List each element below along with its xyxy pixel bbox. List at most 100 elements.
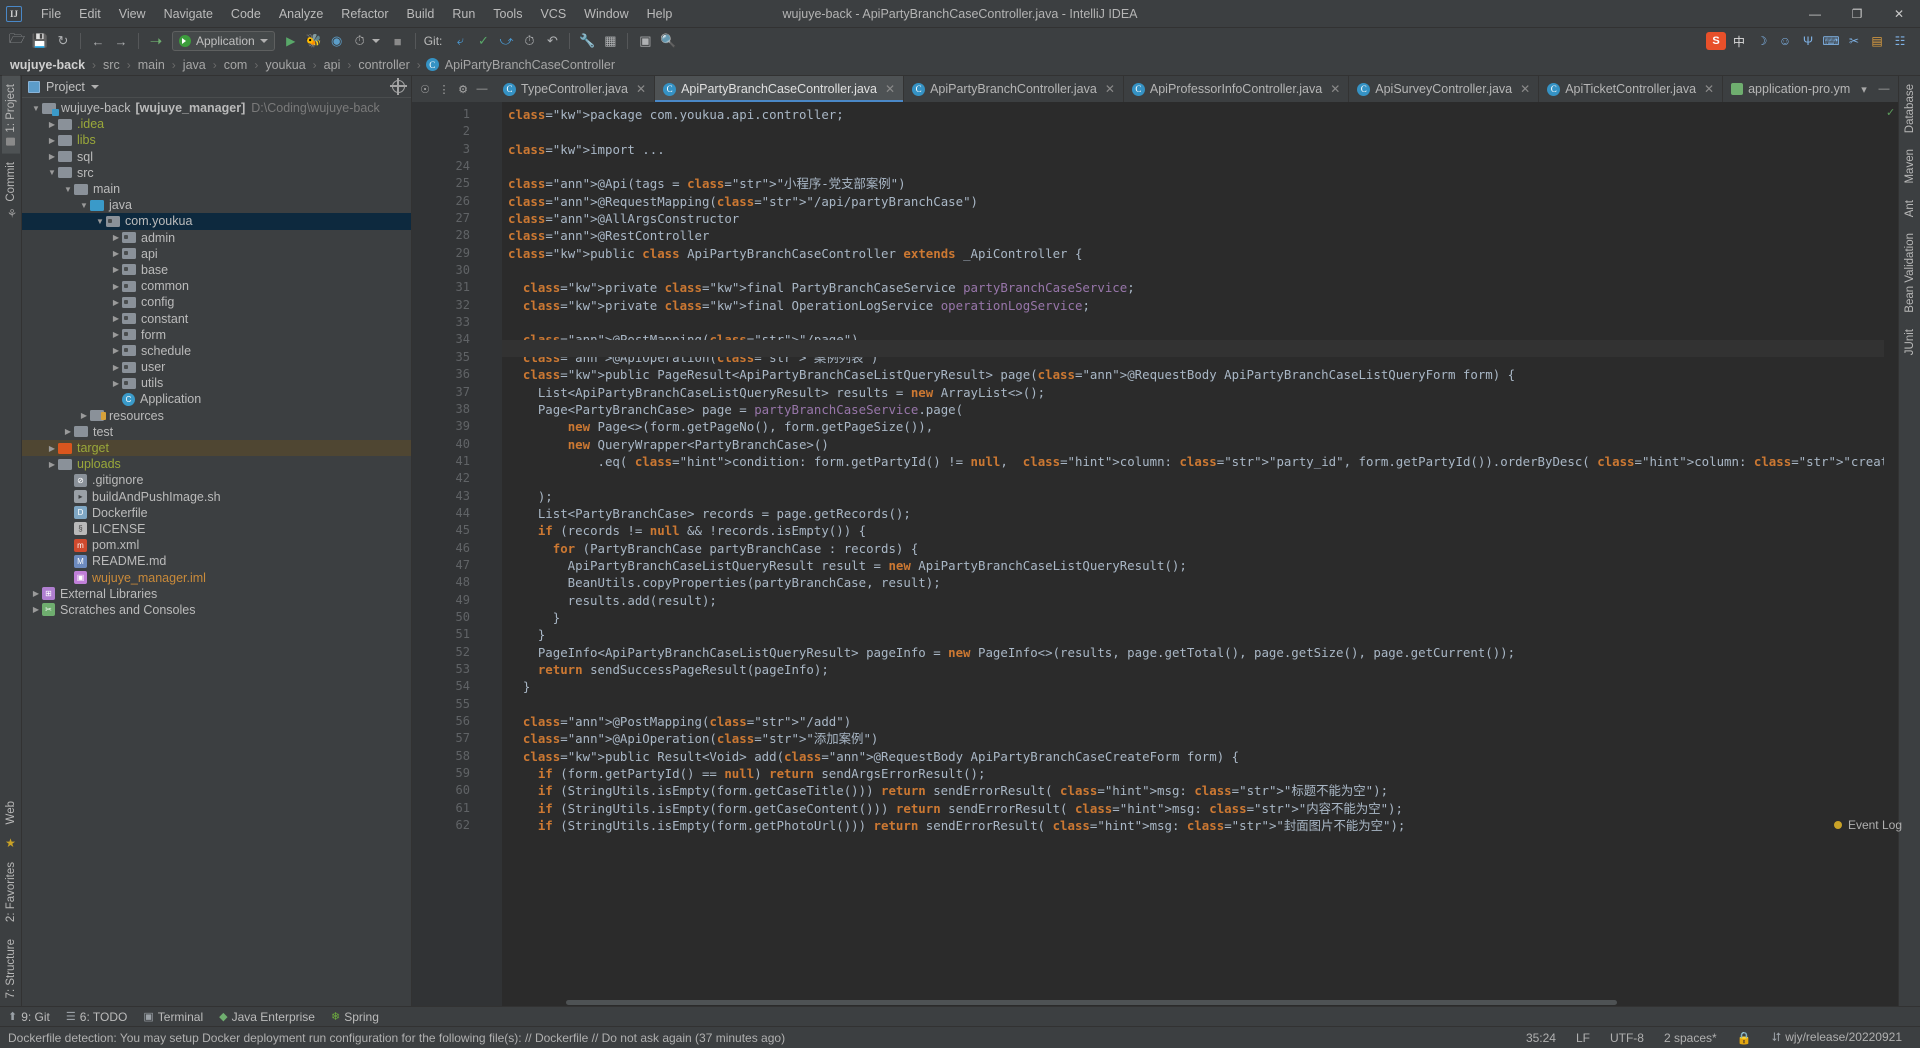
moon-icon[interactable]: ☽ — [1752, 32, 1772, 50]
rollback-icon[interactable]: ↶ — [541, 30, 563, 52]
chevron-down-icon[interactable]: ▼ — [62, 185, 74, 194]
menu-window[interactable]: Window — [575, 3, 637, 25]
close-tab-icon[interactable]: ✕ — [1520, 82, 1530, 96]
scissors-icon[interactable]: ✂ — [1844, 32, 1864, 50]
gutter-line-61[interactable]: 61 — [412, 800, 476, 817]
menu-tools[interactable]: Tools — [484, 3, 531, 25]
editor-tab-apipartybranchcontroller-java[interactable]: C ApiPartyBranchController.java ✕ — [904, 76, 1124, 102]
editor-tab-typecontroller-java[interactable]: C TypeController.java ✕ — [495, 76, 656, 102]
bottom-tab-spring[interactable]: ❄ Spring — [331, 1010, 379, 1024]
rail-item-project[interactable]: 1: Project — [1, 76, 20, 154]
chinese-mode-icon[interactable]: 中 — [1729, 32, 1749, 50]
gutter-line-49[interactable]: 49 — [412, 592, 476, 609]
editor-tab-apiticketcontroller-java[interactable]: C ApiTicketController.java ✕ — [1539, 76, 1724, 102]
tree-node-scratches-and-consoles[interactable]: ▶ ✂ Scratches and Consoles — [22, 602, 411, 618]
chevron-right-icon[interactable]: ▶ — [46, 460, 58, 469]
update-project-icon[interactable]: ⤶ — [449, 30, 471, 52]
gutter-line-51[interactable]: 51 — [412, 626, 476, 643]
tree-node-license[interactable]: § LICENSE — [22, 521, 411, 537]
hide-tabs-icon[interactable]: — — [1876, 81, 1892, 97]
menu-bar[interactable]: File Edit View Navigate Code Analyze Ref… — [32, 3, 681, 25]
menu-edit[interactable]: Edit — [70, 3, 110, 25]
gutter-line-37[interactable]: 37 — [412, 384, 476, 401]
gutter-line-40[interactable]: 40 — [412, 436, 476, 453]
chevron-right-icon[interactable]: ▶ — [110, 249, 122, 258]
gutter-line-1[interactable]: 1 — [412, 106, 476, 123]
run-with-coverage-icon[interactable]: ◉ — [326, 30, 348, 52]
push-icon[interactable]: ⤻ — [495, 30, 517, 52]
tree-node-java[interactable]: ▼ java — [22, 197, 411, 213]
project-tree[interactable]: ▼ wujuye-back [wujuye_manager] D:\Coding\wu… — [22, 98, 411, 1006]
wrench-settings-icon[interactable]: 🔧 — [576, 30, 598, 52]
gutter-line-31[interactable]: 31 — [412, 279, 476, 296]
breadcrumb-item-project[interactable]: wujuye-back — [8, 58, 87, 72]
gutter-line-3[interactable]: 3 — [412, 141, 476, 158]
tree-node-com-youkua[interactable]: ▼ com.youkua — [22, 213, 411, 230]
tabs-overflow-chevron-down-icon[interactable]: ▾ — [1856, 81, 1872, 97]
editor-tab-apisurveycontroller-java[interactable]: C ApiSurveyController.java ✕ — [1349, 76, 1540, 102]
chevron-right-icon[interactable]: ▶ — [110, 298, 122, 307]
menu-navigate[interactable]: Navigate — [155, 3, 222, 25]
window-controls[interactable]: — ❐ ✕ — [1794, 0, 1920, 28]
gutter-line-57[interactable]: 57 — [412, 730, 476, 747]
breadcrumb-item-controller[interactable]: controller — [356, 58, 411, 72]
minimize-button[interactable]: — — [1794, 0, 1836, 28]
editor-tabs[interactable]: C TypeController.java ✕ C ApiPartyBranchCase… — [495, 76, 1850, 102]
scrollbar-thumb[interactable] — [566, 1000, 1618, 1005]
chevron-right-icon[interactable]: ▶ — [110, 330, 122, 339]
tree-node-wujuye-back[interactable]: ▼ wujuye-back [wujuye_manager] D:\Coding\wu… — [22, 100, 411, 116]
gutter-line-29[interactable]: 29❁ — [412, 245, 496, 262]
tree-node-config[interactable]: ▶ config — [22, 294, 411, 310]
locate-icon[interactable]: ☉ — [417, 81, 433, 97]
chevron-right-icon[interactable]: ▶ — [30, 589, 42, 598]
gutter-line-52[interactable]: 52 — [412, 644, 476, 661]
editor-inspection-marker-bar[interactable]: ✓ — [1884, 102, 1898, 1006]
tree-node-target[interactable]: ▶ target — [22, 439, 411, 457]
gutter-line-41[interactable]: 41 — [412, 453, 476, 470]
grid-icon[interactable]: ☷ — [1890, 32, 1910, 50]
tree-node-src[interactable]: ▼ src — [22, 165, 411, 181]
code-editor[interactable]: 123242526272829❁30313233343536❁373839404… — [412, 102, 1898, 1006]
gutter-line-32[interactable]: 32 — [412, 297, 476, 314]
close-tab-icon[interactable]: ✕ — [1105, 82, 1115, 96]
hide-icon[interactable]: — — [474, 81, 490, 97]
tree-node-sql[interactable]: ▶ sql — [22, 149, 411, 165]
rail-item-favorites[interactable]: 2: Favorites — [2, 854, 20, 930]
chevron-down-icon[interactable]: ▼ — [94, 217, 106, 226]
chevron-down-icon[interactable]: ▼ — [46, 168, 58, 177]
chevron-right-icon[interactable]: ▶ — [30, 605, 42, 614]
breadcrumb-item-com[interactable]: com — [222, 58, 250, 72]
code-content-area[interactable]: class="kw">package com.youkua.api.contro… — [502, 102, 1884, 1006]
tree-node-form[interactable]: ▶ form — [22, 327, 411, 343]
select-in-icon[interactable]: ▣ — [634, 30, 656, 52]
save-icon[interactable]: 💾 — [29, 30, 51, 52]
gutter-line-26[interactable]: 26 — [412, 193, 476, 210]
gutter-line-44[interactable]: 44 — [412, 505, 476, 522]
gutter-line-30[interactable]: 30 — [412, 262, 476, 279]
chevron-right-icon[interactable]: ▶ — [110, 314, 122, 323]
toolbox-icon[interactable]: ▤ — [1867, 32, 1887, 50]
breadcrumb-item-main[interactable]: main — [136, 58, 167, 72]
gutter-line-27[interactable]: 27 — [412, 210, 476, 227]
gutter-line-45[interactable]: 45 — [412, 522, 476, 539]
chevron-right-icon[interactable]: ▶ — [110, 363, 122, 372]
menu-vcs[interactable]: VCS — [531, 3, 575, 25]
bottom-tab-todo[interactable]: ☰ 6: TODO — [66, 1010, 127, 1024]
tree-node-base[interactable]: ▶ base — [22, 262, 411, 278]
caret-position[interactable]: 35:24 — [1516, 1031, 1566, 1045]
gutter-line-38[interactable]: 38 — [412, 401, 476, 418]
chevron-down-icon[interactable]: ▼ — [30, 104, 42, 113]
rail-item-structure[interactable]: 7: Structure — [2, 931, 20, 1006]
refresh-icon[interactable]: ↻ — [52, 30, 74, 52]
gutter-line-28[interactable]: 28 — [412, 227, 476, 244]
gutter-line-55[interactable]: 55 — [412, 696, 476, 713]
emoji-icon[interactable]: ☺ — [1775, 32, 1795, 50]
stop-square-icon[interactable]: ■ — [387, 30, 409, 52]
gutter-line-48[interactable]: 48 — [412, 574, 476, 591]
menu-code[interactable]: Code — [222, 3, 270, 25]
bottom-tab-terminal[interactable]: ▣ Terminal — [143, 1010, 203, 1024]
tree-node-buildandpushimage-sh[interactable]: ▸ buildAndPushImage.sh — [22, 489, 411, 505]
rail-item-commit[interactable]: ⚘ Commit — [1, 154, 21, 229]
tree-node-external-libraries[interactable]: ▶ ⊞ External Libraries — [22, 586, 411, 602]
gutter-line-60[interactable]: 60 — [412, 782, 476, 799]
